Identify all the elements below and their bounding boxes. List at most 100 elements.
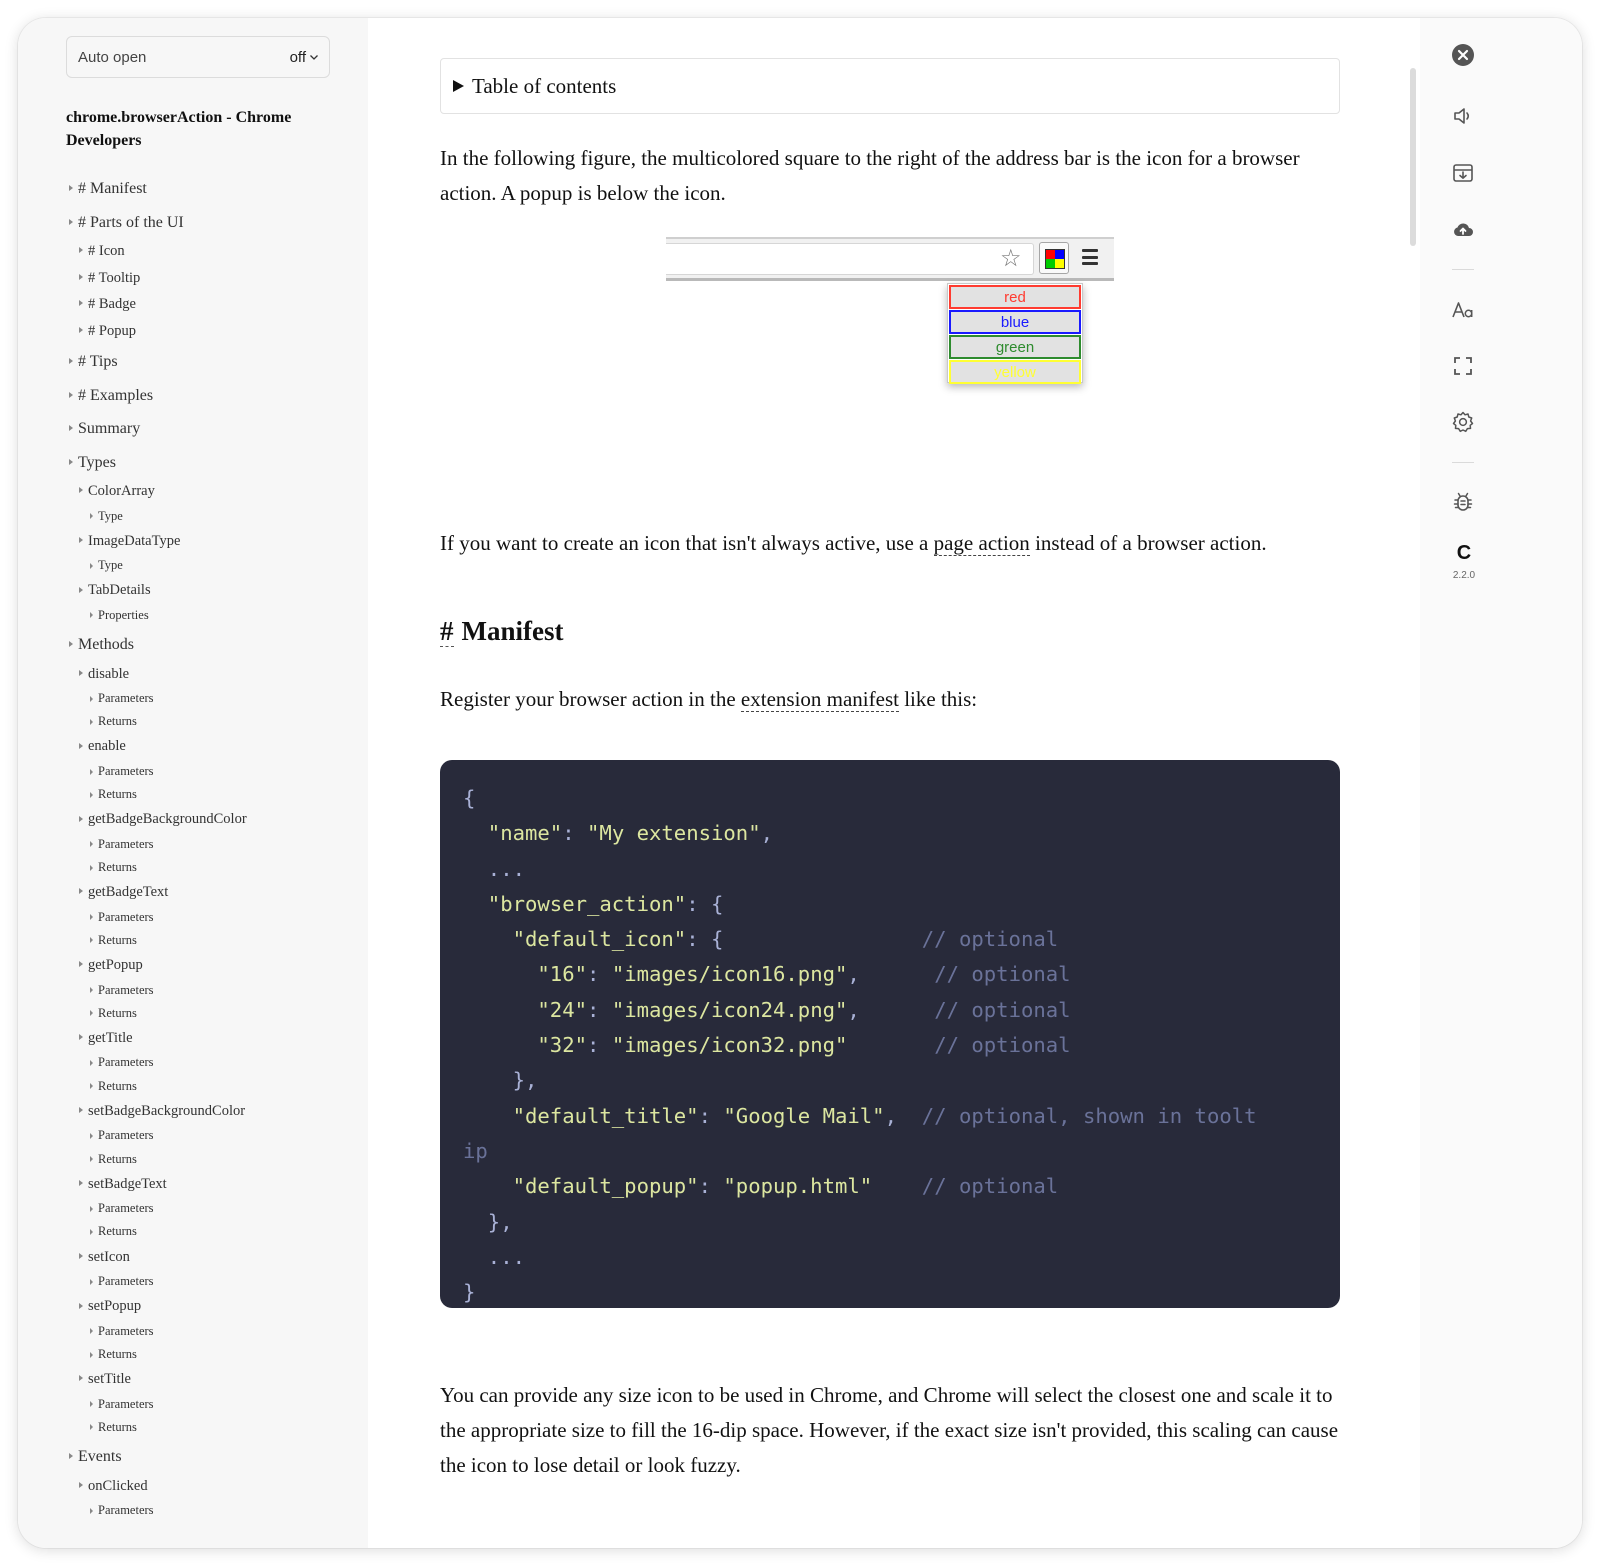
page-action-link[interactable]: page action xyxy=(933,531,1030,556)
outline-item[interactable]: # Examples xyxy=(66,381,356,412)
outline-item[interactable]: # Parts of the UI xyxy=(66,208,356,239)
article-view: Table of contents In the following figur… xyxy=(368,18,1420,1548)
outline-item[interactable]: # Tooltip xyxy=(66,265,356,292)
outline-item[interactable]: Summary xyxy=(66,414,356,445)
outline-item[interactable]: Properties xyxy=(66,604,356,627)
outline-item[interactable]: setBadgeBackgroundColor xyxy=(66,1098,356,1125)
extension-manifest-link[interactable]: extension manifest xyxy=(740,687,899,712)
outline-item[interactable]: Parameters xyxy=(66,1499,356,1522)
outline-item[interactable]: Parameters xyxy=(66,1197,356,1220)
outline-item[interactable]: Type xyxy=(66,505,356,528)
outline-item[interactable]: Returns xyxy=(66,1220,356,1243)
code-comment: // optional xyxy=(934,1033,1071,1058)
outline-item[interactable]: # Popup xyxy=(66,318,356,345)
outline-item[interactable]: Returns xyxy=(66,1343,356,1366)
code-line: "16": "images/icon16.png", // optional xyxy=(463,957,1317,992)
page-action-text-after: instead of a browser action. xyxy=(1029,531,1267,555)
caret-right-icon xyxy=(90,1401,93,1408)
close-button[interactable] xyxy=(1450,42,1476,68)
code-line: }, xyxy=(463,1063,1317,1098)
chevron-down-icon xyxy=(310,55,318,60)
outline-item-label: Parameters xyxy=(98,763,154,778)
multicolor-square-icon xyxy=(1045,249,1065,269)
font-button[interactable] xyxy=(1450,297,1476,323)
outline-item[interactable]: Types xyxy=(66,448,356,479)
code-comment: // optional xyxy=(921,927,1059,952)
outline-item-label: ColorArray xyxy=(88,483,155,499)
outline-item[interactable]: onClicked xyxy=(66,1473,356,1500)
outline-item[interactable]: getBadgeBackgroundColor xyxy=(66,806,356,833)
outline-item[interactable]: Returns xyxy=(66,1075,356,1098)
table-of-contents-toggle[interactable]: Table of contents xyxy=(440,58,1340,114)
browser-action-figure: ☆ red blue green yellow xyxy=(440,211,1340,526)
outline-item[interactable]: # Tips xyxy=(66,347,356,378)
heading-anchor-link[interactable]: # xyxy=(440,616,454,647)
settings-button[interactable] xyxy=(1450,409,1476,435)
close-icon xyxy=(1452,44,1474,66)
outline-item[interactable]: Returns xyxy=(66,1148,356,1171)
outline-item[interactable]: setPopup xyxy=(66,1293,356,1320)
page-action-text-before: If you want to create an icon that isn't… xyxy=(440,531,934,555)
outline-item[interactable]: Parameters xyxy=(66,979,356,1002)
outline-item[interactable]: Events xyxy=(66,1442,356,1473)
outline-item[interactable]: getBadgeText xyxy=(66,879,356,906)
outline-item[interactable]: TabDetails xyxy=(66,577,356,604)
outline-item[interactable]: Returns xyxy=(66,710,356,733)
outline-item[interactable]: Parameters xyxy=(66,1124,356,1147)
caret-right-icon xyxy=(79,669,83,676)
outline-item[interactable]: Returns xyxy=(66,1416,356,1439)
outline-item[interactable]: Returns xyxy=(66,929,356,952)
app-logo[interactable]: C xyxy=(1454,542,1474,564)
outline-item[interactable]: setTitle xyxy=(66,1366,356,1393)
archive-button[interactable] xyxy=(1450,160,1476,186)
cloud-upload-icon xyxy=(1454,223,1473,236)
code-line: "default_title": "Google Mail", // optio… xyxy=(463,1099,1317,1134)
outline-item[interactable]: getPopup xyxy=(66,952,356,979)
outline-item[interactable]: # Manifest xyxy=(66,174,356,205)
upload-button[interactable] xyxy=(1450,216,1476,242)
outline-item[interactable]: setBadgeText xyxy=(66,1171,356,1198)
outline-item[interactable]: ImageDataType xyxy=(66,528,356,555)
auto-open-select[interactable]: Auto open off xyxy=(66,36,330,78)
bug-report-button[interactable] xyxy=(1450,489,1476,515)
caret-right-icon xyxy=(90,1328,93,1335)
fullscreen-button[interactable] xyxy=(1450,353,1476,379)
icon-quadrant xyxy=(1055,250,1064,259)
outline-item[interactable]: Parameters xyxy=(66,1051,356,1074)
outline-item[interactable]: Parameters xyxy=(66,1270,356,1293)
outline-item[interactable]: enable xyxy=(66,733,356,760)
auto-open-value[interactable]: off xyxy=(290,49,319,66)
outline-item[interactable]: Parameters xyxy=(66,906,356,929)
outline-item[interactable]: Parameters xyxy=(66,833,356,856)
speak-button[interactable] xyxy=(1450,103,1476,129)
settings-icon xyxy=(1452,411,1474,433)
outline-item[interactable]: Parameters xyxy=(66,1320,356,1343)
outline-item[interactable]: ColorArray xyxy=(66,478,356,505)
code-string: "My extension" xyxy=(587,821,761,846)
outline-item[interactable]: Parameters xyxy=(66,687,356,710)
code-string: "Google Mail" xyxy=(723,1103,885,1128)
outline-item[interactable]: setIcon xyxy=(66,1244,356,1271)
disclosure-triangle-icon xyxy=(453,80,464,92)
outline-item[interactable]: Parameters xyxy=(66,760,356,783)
outline-item[interactable]: Returns xyxy=(66,783,356,806)
fullscreen-icon xyxy=(1454,357,1472,375)
outline-item[interactable]: Parameters xyxy=(66,1393,356,1416)
outline-list: # Manifest # Parts of the UI # Icon # Toolt… xyxy=(66,174,356,1522)
outline-item[interactable]: disable xyxy=(66,661,356,688)
register-paragraph: Register your browser action in the exte… xyxy=(440,682,1340,717)
caret-right-icon xyxy=(90,695,93,702)
outline-item[interactable]: getTitle xyxy=(66,1025,356,1052)
outline-item-label: # Parts of the UI xyxy=(78,213,184,231)
caret-right-icon xyxy=(90,937,93,944)
outline-item[interactable]: Returns xyxy=(66,1002,356,1025)
outline-item[interactable]: Returns xyxy=(66,856,356,879)
outline-item[interactable]: Methods xyxy=(66,630,356,661)
code-punctuation: { xyxy=(463,786,476,810)
popup-color-option: blue xyxy=(949,310,1081,334)
scrollbar-thumb[interactable] xyxy=(1410,68,1416,246)
outline-item-label: setIcon xyxy=(88,1248,130,1265)
outline-item[interactable]: Type xyxy=(66,554,356,577)
outline-item[interactable]: # Badge xyxy=(66,291,356,318)
outline-item[interactable]: # Icon xyxy=(66,238,356,265)
